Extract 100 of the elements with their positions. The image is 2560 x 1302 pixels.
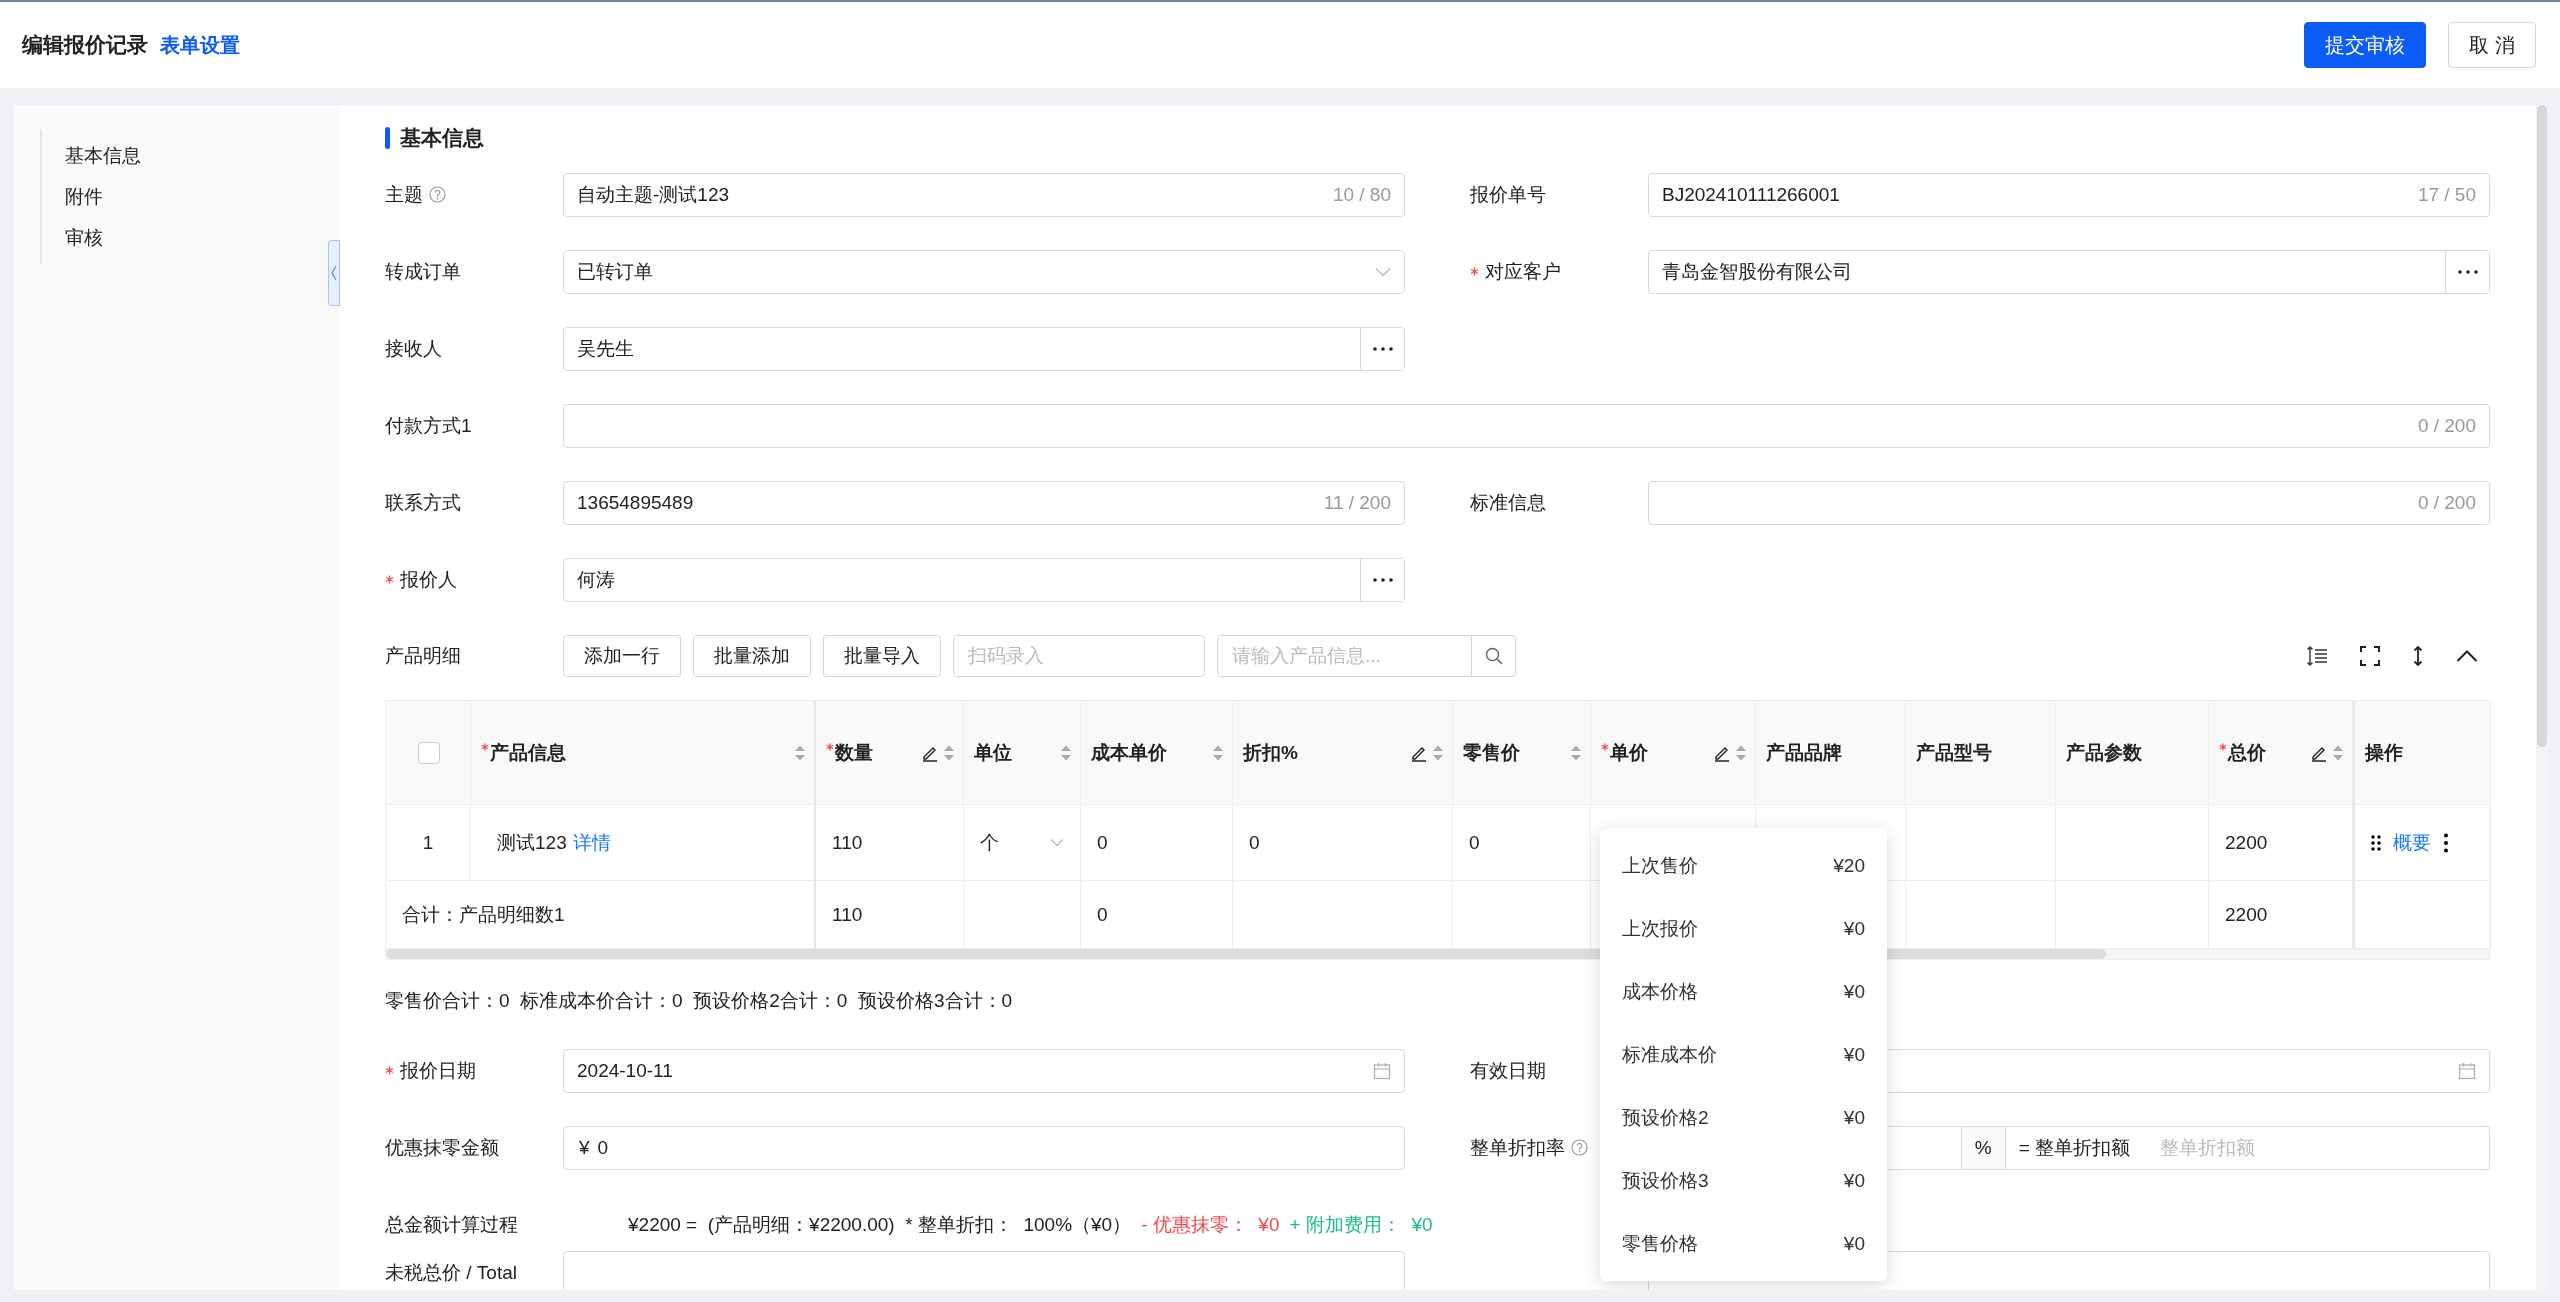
sort-icon[interactable] bbox=[1212, 743, 1224, 762]
price-option[interactable]: 成本价格 ¥0 bbox=[1600, 960, 1887, 1023]
field-value: 已转订单 bbox=[577, 259, 653, 284]
more-icon bbox=[2457, 269, 2478, 274]
column-header: 产品信息 bbox=[490, 740, 566, 765]
price-label: 上次售价 bbox=[1622, 853, 1698, 878]
field-value: 0 bbox=[597, 1136, 609, 1159]
text-field[interactable]: 13654895489 11 / 200 bbox=[563, 480, 1405, 525]
product-search-field[interactable]: 请输入产品信息... bbox=[1217, 635, 1472, 677]
price-label: 预设价格2 bbox=[1622, 1105, 1709, 1130]
search-icon bbox=[1484, 647, 1503, 665]
amount-field[interactable]: ¥ 0 bbox=[563, 1125, 1405, 1170]
kebab-menu-icon[interactable] bbox=[2443, 832, 2449, 853]
character-count: 11 / 200 bbox=[1323, 491, 1391, 514]
collapse-handle[interactable] bbox=[328, 240, 340, 306]
fullscreen-icon[interactable] bbox=[2360, 646, 2380, 666]
date-field[interactable]: 2024-10-11 bbox=[563, 1048, 1405, 1093]
column-header: 操作 bbox=[2365, 740, 2403, 765]
chevron-left-icon bbox=[330, 265, 338, 281]
details-link[interactable]: 详情 bbox=[572, 829, 611, 856]
table-cell: 0 bbox=[1097, 903, 1108, 926]
form-settings-link[interactable]: 表单设置 bbox=[160, 32, 240, 59]
sort-icon[interactable] bbox=[1570, 743, 1582, 762]
vertical-scrollbar[interactable] bbox=[2537, 105, 2547, 747]
field-label: 有效日期 bbox=[1470, 1058, 1546, 1083]
price-value: ¥0 bbox=[1843, 1043, 1865, 1066]
field-value: 何涛 bbox=[577, 567, 615, 592]
toolbar-button[interactable]: 批量添加 bbox=[693, 635, 811, 677]
price-value: ¥0 bbox=[1843, 980, 1865, 1003]
field-label: 总金额计算过程 bbox=[385, 1212, 518, 1237]
price-option[interactable]: 预设价格2 ¥0 bbox=[1600, 1086, 1887, 1149]
price-label: 成本价格 bbox=[1622, 979, 1698, 1004]
text-field[interactable]: BJ202410111266001 17 / 50 bbox=[1648, 172, 2490, 217]
column-header: 产品品牌 bbox=[1766, 740, 1842, 765]
discount-amount-label: = 整单折扣额 bbox=[2018, 1135, 2131, 1160]
price-option[interactable]: 上次报价 ¥0 bbox=[1600, 897, 1887, 960]
chevron-up-icon[interactable] bbox=[2456, 649, 2478, 663]
field-value: 自动主题-测试123 bbox=[577, 182, 730, 207]
column-header: 产品参数 bbox=[2066, 740, 2142, 765]
more-icon bbox=[1372, 346, 1393, 351]
field-value: 2024-10-11 bbox=[577, 1059, 673, 1082]
field-value: 13654895489 bbox=[577, 491, 694, 514]
calendar-icon bbox=[2458, 1061, 2476, 1080]
calculation-term: - 优惠抹零： ¥0 bbox=[1141, 1212, 1280, 1237]
price-value: ¥0 bbox=[1843, 1106, 1865, 1129]
picker-field[interactable]: 何涛 bbox=[563, 557, 1405, 602]
search-button[interactable] bbox=[1472, 635, 1516, 677]
select-field[interactable]: 已转订单 bbox=[563, 249, 1405, 294]
column-header: 产品型号 bbox=[1916, 740, 1992, 765]
sort-icon[interactable] bbox=[794, 743, 806, 762]
scan-input-field[interactable]: 扫码录入 bbox=[953, 635, 1205, 677]
price-label: 零售价格 bbox=[1622, 1231, 1698, 1256]
more-button[interactable] bbox=[1360, 327, 1404, 370]
sidebar-item[interactable]: 审核 bbox=[65, 217, 103, 258]
more-button[interactable] bbox=[1360, 558, 1404, 601]
field-label: 优惠抹零金额 bbox=[385, 1135, 499, 1160]
discount-amount-field[interactable]: = 整单折扣额 整单折扣额 bbox=[2005, 1125, 2490, 1170]
sort-icon[interactable] bbox=[1060, 743, 1072, 762]
sidebar-item[interactable]: 附件 bbox=[65, 176, 103, 217]
row-number: 1 bbox=[422, 831, 434, 854]
field-label: 报价日期 bbox=[400, 1058, 476, 1083]
table-cell: 2200 bbox=[2225, 903, 2268, 926]
summary-link[interactable]: 概要 bbox=[2393, 829, 2431, 856]
text-field[interactable] bbox=[563, 1251, 1405, 1290]
unit-select[interactable]: 个 bbox=[980, 829, 999, 856]
text-field[interactable]: 自动主题-测试123 10 / 80 bbox=[563, 172, 1405, 217]
drag-handle-icon[interactable] bbox=[2371, 834, 2381, 851]
price-option[interactable]: 零售价格 ¥0 bbox=[1600, 1212, 1887, 1275]
character-count: 0 / 200 bbox=[2417, 414, 2476, 437]
price-label: 预设价格3 bbox=[1622, 1168, 1709, 1193]
calculation-term: + 附加费用： ¥0 bbox=[1289, 1212, 1433, 1237]
vertical-arrows-icon[interactable] bbox=[2412, 645, 2424, 667]
column-header: 折扣% bbox=[1243, 740, 1298, 765]
field-value: 吴先生 bbox=[577, 336, 634, 361]
table-cell: 110 bbox=[832, 831, 863, 854]
row-height-icon[interactable] bbox=[2306, 645, 2328, 667]
field-label: 报价单号 bbox=[1470, 182, 1546, 207]
section-title: 基本信息 bbox=[400, 125, 484, 151]
toolbar-button[interactable]: 添加一行 bbox=[563, 635, 681, 677]
character-count: 0 / 200 bbox=[2417, 491, 2476, 514]
column-header: 数量 bbox=[835, 740, 873, 765]
price-option[interactable]: 标准成本价 ¥0 bbox=[1600, 1023, 1887, 1086]
column-header: 零售价 bbox=[1463, 740, 1520, 765]
toolbar-button[interactable]: 批量导入 bbox=[823, 635, 941, 677]
table-cell: 0 bbox=[1249, 831, 1260, 854]
picker-field[interactable]: 吴先生 bbox=[563, 326, 1405, 371]
field-label: 未税总价 / Total bbox=[385, 1261, 517, 1285]
more-button[interactable] bbox=[2445, 250, 2489, 293]
submit-button[interactable]: 提交审核 bbox=[2304, 22, 2427, 68]
price-option[interactable]: 预设价格3 ¥0 bbox=[1600, 1149, 1887, 1212]
select-all-checkbox[interactable] bbox=[418, 741, 440, 764]
price-value: ¥0 bbox=[1843, 1169, 1865, 1192]
totals-summary: 零售价合计：0 标准成本价合计：0 预设价格2合计：0 预设价格3合计：0 bbox=[385, 990, 1013, 1011]
sidebar-item[interactable]: 基本信息 bbox=[65, 135, 141, 176]
picker-field[interactable]: 青岛金智股份有限公司 bbox=[1648, 249, 2490, 294]
table-cell: 110 bbox=[832, 903, 863, 926]
price-option[interactable]: 上次售价 ¥20 bbox=[1600, 834, 1887, 897]
column-header: 单价 bbox=[1610, 740, 1648, 765]
cancel-button[interactable]: 取 消 bbox=[2448, 22, 2536, 68]
price-value: ¥0 bbox=[1843, 1232, 1865, 1255]
